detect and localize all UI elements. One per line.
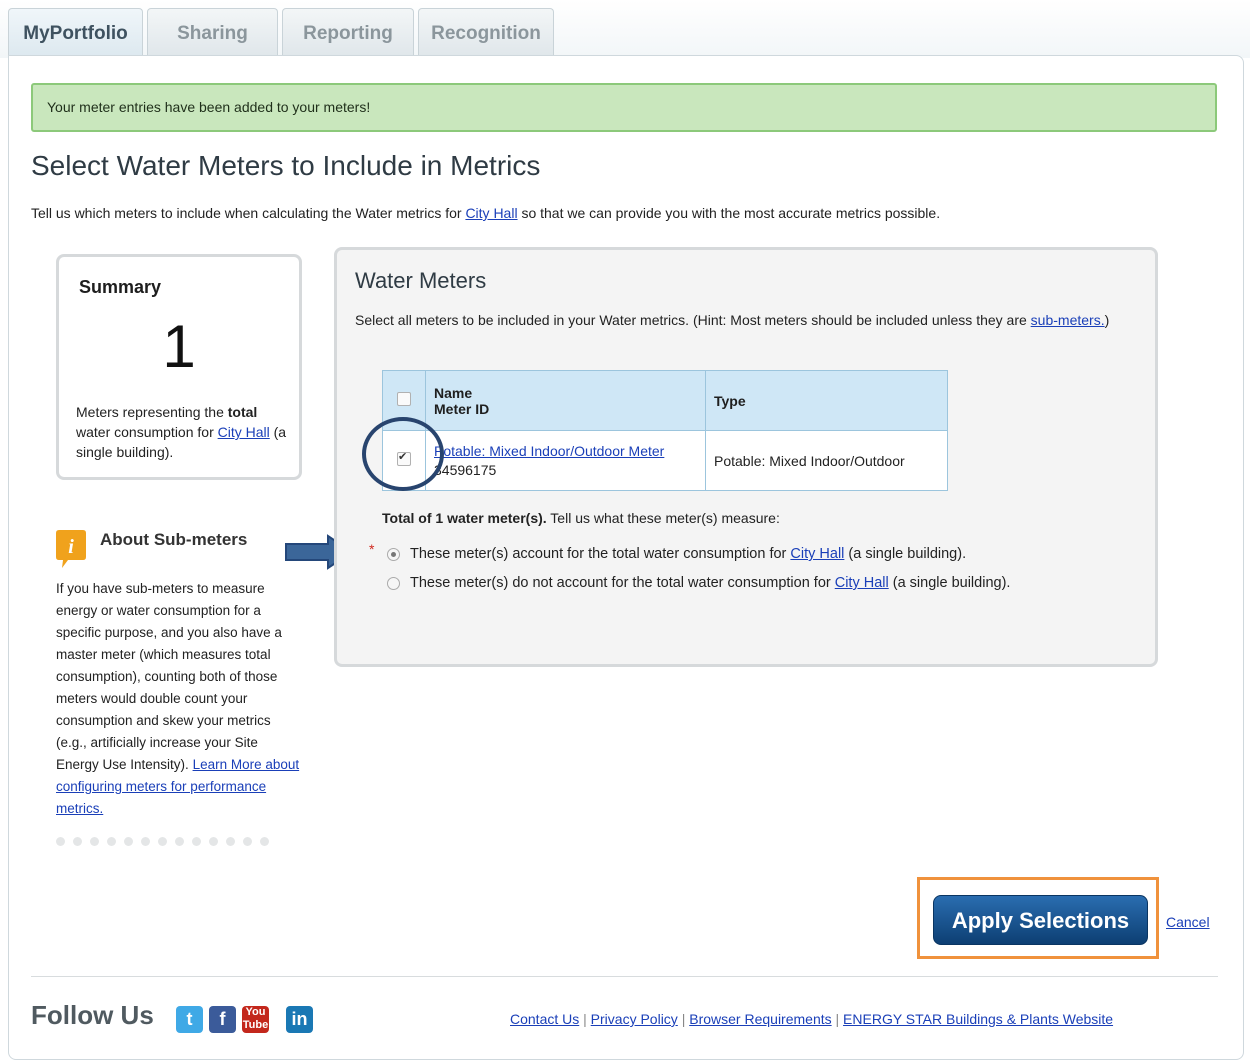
summary-desc-bold: total: [227, 404, 258, 420]
cancel-link[interactable]: Cancel: [1166, 914, 1210, 930]
select-all-checkbox[interactable]: [397, 392, 411, 406]
meter-id-column-label: Meter ID: [434, 400, 490, 417]
svg-text:i: i: [68, 536, 74, 558]
apply-selections-button[interactable]: Apply Selections: [933, 895, 1148, 945]
radio-total-consumption[interactable]: [387, 547, 400, 561]
option-2-after: (a single building).: [888, 575, 1011, 591]
about-body: If you have sub-meters to measure energy…: [56, 581, 282, 772]
table-header-row: Name Meter ID Type: [382, 370, 948, 431]
summary-city-hall-link[interactable]: City Hall: [218, 424, 270, 440]
tab-reporting[interactable]: Reporting: [282, 8, 414, 58]
privacy-policy-link[interactable]: Privacy Policy: [591, 1011, 678, 1027]
meter-name-cell: Potable: Mixed Indoor/Outdoor Meter 3459…: [425, 430, 706, 491]
option-2-text: These meter(s) do not account for the to…: [410, 575, 835, 591]
total-meters-text: Total of 1 water meter(s). Tell us what …: [382, 510, 780, 526]
meter-id: 34596175: [434, 461, 497, 478]
sub-meters-link[interactable]: sub-meters.: [1031, 312, 1105, 328]
total-meters-bold: Total of 1 water meter(s).: [382, 510, 547, 526]
footer-divider: [31, 976, 1218, 977]
page-title: Select Water Meters to Include in Metric…: [31, 150, 541, 181]
water-meters-hint: Select all meters to be included in your…: [355, 310, 1145, 330]
intro-before: Tell us which meters to include when cal…: [31, 205, 466, 221]
name-header: Name Meter ID: [425, 370, 706, 431]
follow-us-label: Follow Us: [31, 1000, 154, 1030]
about-submeters-text: If you have sub-meters to measure energy…: [56, 578, 302, 820]
info-icon: i: [56, 530, 86, 568]
option-total-consumption[interactable]: These meter(s) account for the total wat…: [387, 546, 966, 562]
radio-not-total-consumption[interactable]: [387, 576, 400, 590]
browser-requirements-link[interactable]: Browser Requirements: [689, 1011, 831, 1027]
intro-text: Tell us which meters to include when cal…: [31, 205, 940, 221]
contact-us-link[interactable]: Contact Us: [510, 1011, 579, 1027]
linkedin-icon[interactable]: in: [286, 1006, 313, 1033]
meter-type-cell: Potable: Mixed Indoor/Outdoor: [705, 430, 948, 491]
meters-table: Name Meter ID Type Potable: Mixed Indoor…: [382, 370, 948, 491]
success-alert: Your meter entries have been added to yo…: [31, 83, 1217, 132]
twitter-icon[interactable]: t: [176, 1006, 203, 1033]
hint-before: Select all meters to be included in your…: [355, 312, 1031, 328]
water-meters-title: Water Meters: [355, 268, 487, 293]
meter-count: 1: [162, 313, 196, 380]
meter-name-link[interactable]: Potable: Mixed Indoor/Outdoor Meter: [434, 443, 664, 459]
option-1-after: (a single building).: [844, 546, 967, 562]
total-meters-rest: Tell us what these meter(s) measure:: [546, 510, 780, 526]
footer-links: Contact Us | Privacy Policy | Browser Re…: [510, 1011, 1114, 1027]
option-1-city-hall-link[interactable]: City Hall: [790, 546, 844, 562]
summary-desc-1: Meters representing the: [76, 404, 228, 420]
facebook-icon[interactable]: f: [209, 1006, 236, 1033]
youtube-icon[interactable]: You Tube: [242, 1006, 269, 1033]
annotation-circle: [362, 417, 444, 491]
carousel-dots: [56, 833, 277, 851]
option-not-total-consumption[interactable]: These meter(s) do not account for the to…: [387, 575, 1010, 591]
water-meters-panel: Water Meters Select all meters to be inc…: [334, 247, 1158, 667]
city-hall-link[interactable]: City Hall: [465, 205, 517, 221]
energy-star-website-link[interactable]: ENERGY STAR Buildings & Plants Website: [843, 1011, 1113, 1027]
intro-after: so that we can provide you with the most…: [517, 205, 941, 221]
option-2-city-hall-link[interactable]: City Hall: [835, 575, 889, 591]
type-header: Type: [705, 370, 948, 431]
summary-description: Meters representing the total water cons…: [76, 402, 291, 462]
tab-recognition[interactable]: Recognition: [418, 8, 554, 58]
tab-bar: MyPortfolio Sharing Reporting Recognitio…: [0, 0, 1250, 58]
hint-after: ): [1104, 312, 1110, 328]
summary-title: Summary: [79, 277, 162, 297]
about-submeters-title: About Sub-meters: [100, 530, 248, 549]
summary-box: Summary 1 Meters representing the total …: [56, 254, 302, 480]
option-1-text: These meter(s) account for the total wat…: [410, 546, 791, 562]
summary-desc-2: water consumption for: [76, 424, 218, 440]
table-row: Potable: Mixed Indoor/Outdoor Meter 3459…: [382, 430, 948, 491]
tab-myportfolio[interactable]: MyPortfolio: [8, 8, 143, 58]
tab-sharing[interactable]: Sharing: [147, 8, 278, 58]
name-column-label: Name: [434, 384, 473, 401]
required-asterisk: *: [369, 541, 375, 557]
